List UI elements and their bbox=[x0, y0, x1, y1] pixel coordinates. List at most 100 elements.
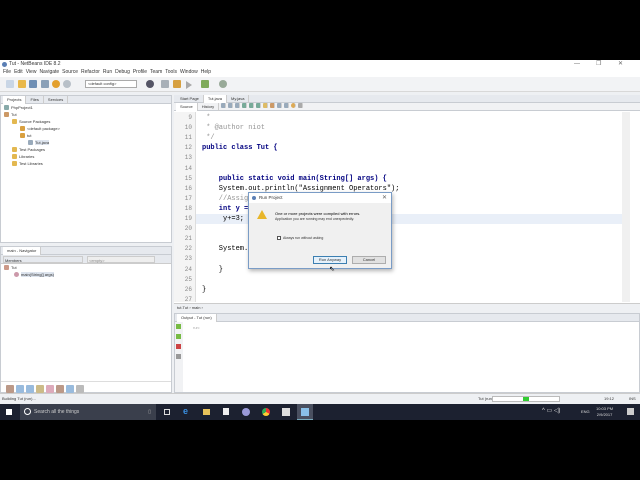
menu-profile[interactable]: Profile bbox=[133, 69, 147, 75]
tab-services[interactable]: Services bbox=[44, 96, 69, 104]
settings-icon[interactable] bbox=[176, 354, 181, 359]
profile-icon[interactable] bbox=[219, 80, 227, 88]
breadcrumb-method[interactable]: main bbox=[192, 305, 201, 310]
tree-item[interactable]: Tut.java bbox=[1, 139, 171, 146]
editor-scrollbar[interactable] bbox=[622, 112, 630, 302]
tree-item[interactable]: Libraries bbox=[1, 153, 171, 160]
tab-source[interactable]: Source bbox=[176, 103, 198, 111]
navigator-class-item[interactable]: Tut bbox=[4, 264, 171, 271]
rerun-params-icon[interactable] bbox=[176, 334, 181, 339]
run-anyway-button[interactable]: Run Anyway bbox=[313, 256, 347, 264]
filter-inherited-icon[interactable] bbox=[36, 385, 44, 393]
filter-dropdown[interactable]: <empty> bbox=[87, 256, 155, 263]
system-tray-icons[interactable]: ^ ▭ ◁) bbox=[542, 407, 560, 414]
stop-icon[interactable] bbox=[176, 344, 181, 349]
code-editor[interactable]: 9 * 10 * @author niot 11 */ 12 public class … bbox=[174, 112, 630, 303]
menu-refactor[interactable]: Refactor bbox=[81, 69, 100, 75]
menu-edit[interactable]: Edit bbox=[14, 69, 23, 75]
tab-my-java[interactable]: My.java bbox=[227, 95, 250, 103]
taskbar-search-box[interactable]: Search all the things ▯ bbox=[20, 404, 156, 420]
find-icon[interactable] bbox=[242, 103, 248, 108]
debug-icon[interactable] bbox=[201, 80, 209, 88]
checkbox-box[interactable] bbox=[277, 236, 281, 241]
find-next-icon[interactable] bbox=[256, 103, 262, 108]
windows-start-icon[interactable] bbox=[6, 409, 12, 415]
tree-item[interactable]: <default package> bbox=[1, 125, 171, 132]
clean-build-icon[interactable] bbox=[146, 80, 154, 88]
menu-source[interactable]: Source bbox=[62, 69, 78, 75]
tab-tut-java[interactable]: Tut.java bbox=[203, 95, 227, 103]
task-view-icon[interactable] bbox=[164, 409, 170, 415]
menu-file[interactable]: File bbox=[3, 69, 11, 75]
back-icon[interactable] bbox=[228, 103, 234, 108]
menu-run[interactable]: Run bbox=[103, 69, 112, 75]
tree-item[interactable]: tut bbox=[1, 132, 171, 139]
chrome-icon[interactable] bbox=[262, 408, 270, 416]
filter-method-icon[interactable] bbox=[56, 385, 64, 393]
shift-left-icon[interactable] bbox=[277, 103, 283, 108]
new-file-icon[interactable] bbox=[6, 80, 15, 88]
open-project-icon[interactable] bbox=[29, 80, 38, 88]
bookmark-icon[interactable] bbox=[270, 103, 276, 108]
navigator-method-item[interactable]: main(String[] args) bbox=[4, 271, 171, 278]
toggle-highlight-icon[interactable] bbox=[263, 103, 269, 108]
cancel-button[interactable]: Cancel bbox=[352, 256, 386, 264]
build-icon[interactable] bbox=[161, 80, 169, 88]
last-edit-icon[interactable] bbox=[221, 103, 227, 108]
menu-tools[interactable]: Tools bbox=[165, 69, 177, 75]
menu-help[interactable]: Help bbox=[201, 69, 211, 75]
filter-fields-icon[interactable] bbox=[6, 385, 14, 393]
undo-icon[interactable] bbox=[51, 80, 60, 88]
tab-files[interactable]: Files bbox=[26, 96, 44, 104]
tab-start-page[interactable]: Start Page bbox=[176, 95, 204, 103]
macro-record-icon[interactable] bbox=[291, 103, 297, 108]
sort-name-icon[interactable] bbox=[66, 385, 74, 393]
tree-item[interactable]: Test Libraries bbox=[1, 160, 171, 167]
close-button[interactable]: ✕ bbox=[618, 60, 623, 68]
clock[interactable]: 10:03 PM 2/9/2017 bbox=[596, 406, 613, 418]
file-explorer-icon[interactable] bbox=[203, 409, 210, 415]
netbeans-taskbar-button[interactable] bbox=[297, 404, 313, 420]
filter-static-icon[interactable] bbox=[16, 385, 24, 393]
tab-history[interactable]: History bbox=[198, 103, 220, 111]
redo-icon[interactable] bbox=[63, 80, 72, 88]
tree-item[interactable]: Test Packages bbox=[1, 146, 171, 153]
config-dropdown[interactable]: <default config> bbox=[85, 80, 137, 88]
clean-icon[interactable] bbox=[173, 80, 181, 88]
navigator-tab[interactable]: main - Navigator bbox=[3, 247, 42, 255]
filter-class-icon[interactable] bbox=[46, 385, 54, 393]
minimize-button[interactable]: — bbox=[574, 60, 580, 68]
menu-view[interactable]: View bbox=[26, 69, 37, 75]
tree-item[interactable]: Tut bbox=[1, 111, 171, 118]
rerun-icon[interactable] bbox=[176, 324, 181, 329]
edge-icon[interactable]: e bbox=[183, 406, 188, 416]
save-all-icon[interactable] bbox=[40, 80, 49, 88]
tab-projects[interactable]: Projects bbox=[3, 96, 27, 104]
microphone-icon[interactable]: ▯ bbox=[148, 404, 151, 420]
new-project-icon[interactable] bbox=[17, 80, 26, 88]
eclipse-icon[interactable] bbox=[242, 408, 250, 416]
menu-debug[interactable]: Debug bbox=[115, 69, 130, 75]
filter-nonpublic-icon[interactable] bbox=[26, 385, 34, 393]
always-run-checkbox[interactable]: Always run without asking bbox=[277, 236, 323, 241]
menu-team[interactable]: Team bbox=[150, 69, 162, 75]
macro-stop-icon[interactable] bbox=[298, 103, 304, 108]
sort-source-icon[interactable] bbox=[76, 385, 84, 393]
menu-navigate[interactable]: Navigate bbox=[39, 69, 59, 75]
tab-output[interactable]: Output - Tut (run) bbox=[177, 314, 217, 322]
shift-right-icon[interactable] bbox=[284, 103, 290, 108]
language-indicator[interactable]: ENG bbox=[581, 409, 590, 414]
store-icon[interactable] bbox=[223, 408, 229, 415]
forward-icon[interactable] bbox=[235, 103, 241, 108]
find-prev-icon[interactable] bbox=[249, 103, 255, 108]
breadcrumb-class[interactable]: tut.Tut bbox=[177, 305, 188, 310]
maximize-button[interactable]: ❐ bbox=[596, 60, 601, 68]
tree-item[interactable]: Source Packages bbox=[1, 118, 171, 125]
members-dropdown[interactable]: Members bbox=[3, 256, 83, 263]
run-icon[interactable] bbox=[186, 81, 192, 89]
dialog-close-button[interactable]: ✕ bbox=[382, 193, 387, 203]
app-window-icon[interactable] bbox=[282, 408, 290, 416]
tree-item[interactable]: PhpProject1 bbox=[1, 104, 171, 111]
notifications-icon[interactable] bbox=[627, 408, 634, 415]
menu-window[interactable]: Window bbox=[180, 69, 198, 75]
